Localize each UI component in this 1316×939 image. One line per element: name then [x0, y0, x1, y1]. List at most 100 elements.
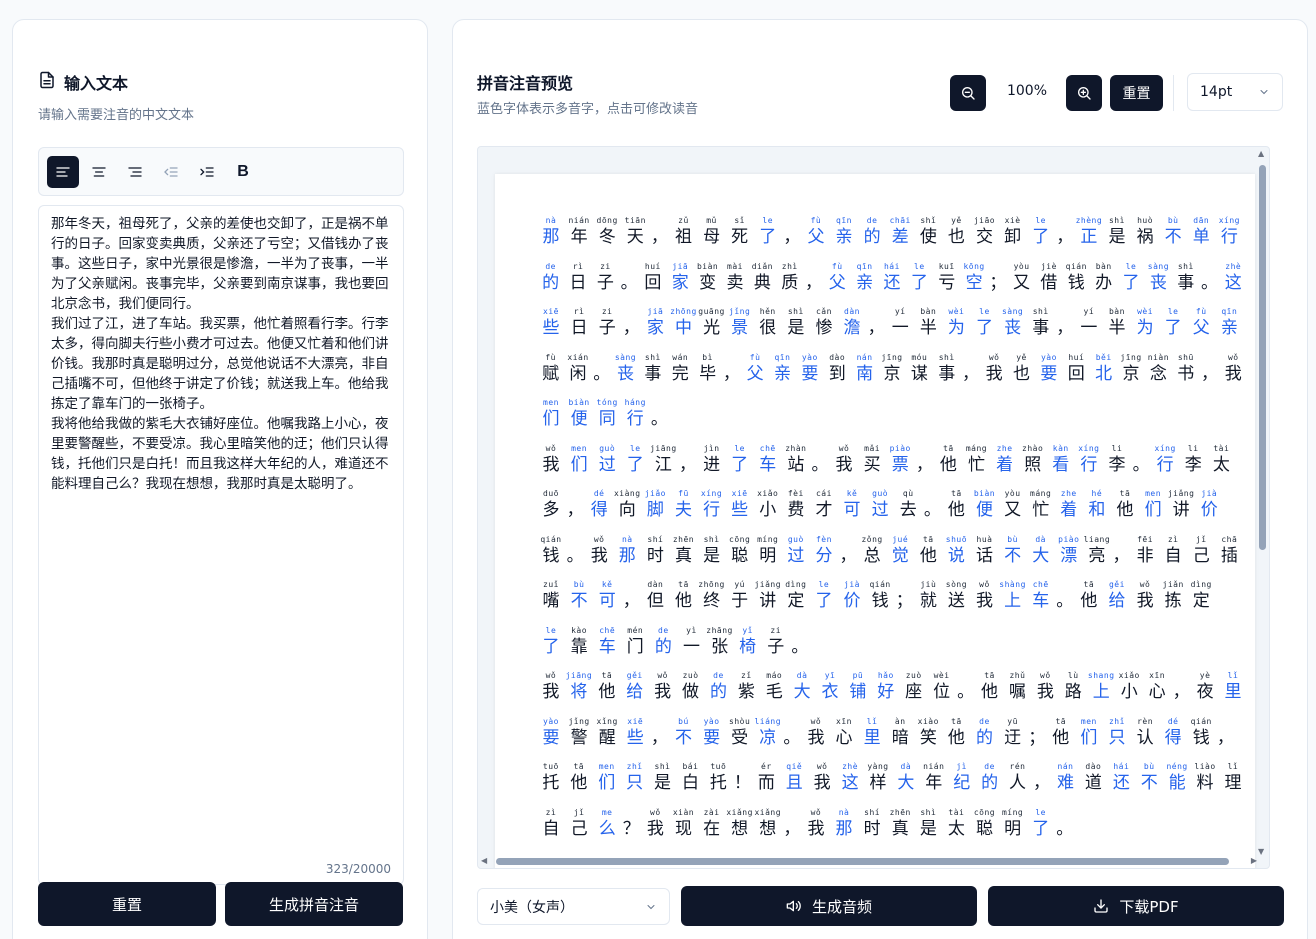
zoom-in-button[interactable] — [1066, 75, 1102, 111]
polyphonic-char[interactable]: zhè 这 — [838, 760, 862, 806]
font-size-select[interactable]: 14pt — [1187, 73, 1283, 111]
polyphonic-char[interactable]: yào 要 — [539, 715, 563, 761]
polyphonic-char[interactable]: dé 得 — [587, 487, 611, 533]
polyphonic-char[interactable]: lǐ 里 — [860, 715, 884, 761]
polyphonic-char[interactable]: běi 北 — [1092, 351, 1115, 397]
polyphonic-char[interactable]: dé 得 — [1161, 715, 1185, 761]
polyphonic-char[interactable]: hé 和 — [1085, 487, 1109, 533]
scroll-up-arrow-icon[interactable]: ▲ — [1258, 149, 1264, 158]
polyphonic-char[interactable]: kōng 空 — [962, 260, 985, 306]
polyphonic-char[interactable]: xiē 些 — [539, 305, 563, 351]
polyphonic-char[interactable]: fù 父 — [1189, 305, 1213, 351]
polyphonic-char[interactable]: guò 过 — [868, 487, 892, 533]
polyphonic-char[interactable]: hǎo 好 — [874, 669, 898, 715]
polyphonic-char[interactable]: zhè 这 — [1222, 260, 1245, 306]
polyphonic-char[interactable]: chē 车 — [756, 442, 780, 488]
polyphonic-char[interactable]: sàng 丧 — [1001, 305, 1025, 351]
polyphonic-char[interactable]: le 了 — [1161, 305, 1185, 351]
scroll-right-arrow-icon[interactable]: ▶ — [1251, 856, 1257, 865]
polyphonic-char[interactable]: le 了 — [728, 442, 752, 488]
polyphonic-char[interactable]: gěi 给 — [1105, 578, 1129, 624]
pinyin-preview-frame[interactable]: nà 那 nián 年 dōng 冬 tiān 天， zǔ 祖 mǔ 母 sǐ 死 le 了， fù 父 qīn 亲 d… — [477, 146, 1270, 869]
polyphonic-char[interactable]: yī 衣 — [818, 669, 842, 715]
polyphonic-char[interactable]: jì 纪 — [950, 760, 974, 806]
indent-button[interactable] — [191, 156, 223, 188]
polyphonic-char[interactable]: kě 可 — [595, 578, 619, 624]
polyphonic-char[interactable]: jià 价 — [840, 578, 864, 624]
polyphonic-char[interactable]: le 了 — [756, 214, 780, 260]
polyphonic-char[interactable]: zhe 着 — [993, 442, 1017, 488]
align-center-button[interactable] — [83, 156, 115, 188]
reset-text-button[interactable]: 重置 — [38, 882, 216, 926]
vertical-scrollbar-thumb[interactable] — [1259, 165, 1266, 550]
polyphonic-char[interactable]: qīn 亲 — [832, 214, 856, 260]
polyphonic-char[interactable]: qīn 亲 — [771, 351, 794, 397]
polyphonic-char[interactable]: biàn 便 — [567, 396, 591, 442]
polyphonic-char[interactable]: men 们 — [539, 396, 563, 442]
polyphonic-char[interactable]: zhōng 中 — [670, 305, 696, 351]
polyphonic-char[interactable]: de 的 — [978, 760, 1002, 806]
align-right-button[interactable] — [119, 156, 151, 188]
horizontal-scrollbar-thumb[interactable] — [496, 858, 1229, 865]
polyphonic-char[interactable]: nán 南 — [853, 351, 876, 397]
polyphonic-char[interactable]: men 们 — [567, 442, 591, 488]
polyphonic-char[interactable]: dàn 澹 — [840, 305, 864, 351]
polyphonic-char[interactable]: hái 还 — [1109, 760, 1133, 806]
polyphonic-char[interactable]: jiā 家 — [669, 260, 692, 306]
polyphonic-char[interactable]: dà 大 — [790, 669, 814, 715]
polyphonic-char[interactable]: piào 漂 — [1057, 533, 1081, 579]
polyphonic-char[interactable]: kàn 看 — [1049, 442, 1073, 488]
chinese-text-input[interactable]: 那年冬天，祖母死了，父亲的差使也交卸了，正是祸不单行的日子。回家变卖典质，父亲还… — [38, 205, 404, 885]
polyphonic-char[interactable]: jiā 家 — [643, 305, 667, 351]
polyphonic-char[interactable]: yǐ 椅 — [736, 624, 760, 670]
polyphonic-char[interactable]: liáng 凉 — [754, 715, 780, 761]
polyphonic-char[interactable]: dà 大 — [894, 760, 918, 806]
polyphonic-char[interactable]: le 了 — [1029, 806, 1053, 852]
polyphonic-char[interactable]: yào 要 — [700, 715, 724, 761]
bold-button[interactable]: B — [227, 156, 259, 188]
polyphonic-char[interactable]: qīn 亲 — [853, 260, 876, 306]
polyphonic-char[interactable]: zhe 着 — [1057, 487, 1081, 533]
polyphonic-char[interactable]: yào 要 — [798, 351, 821, 397]
polyphonic-char[interactable]: le 了 — [973, 305, 997, 351]
polyphonic-char[interactable]: biàn 便 — [973, 487, 997, 533]
polyphonic-char[interactable]: háng 行 — [623, 396, 647, 442]
polyphonic-char[interactable]: chāi 差 — [888, 214, 912, 260]
polyphonic-char[interactable]: de 的 — [973, 715, 997, 761]
polyphonic-char[interactable]: gěi 给 — [623, 669, 647, 715]
polyphonic-char[interactable]: le 了 — [1119, 260, 1142, 306]
horizontal-scrollbar[interactable]: ◀ ▶ — [478, 854, 1257, 868]
download-pdf-button[interactable]: 下载PDF — [988, 886, 1284, 926]
polyphonic-char[interactable]: shang 上 — [1088, 669, 1114, 715]
polyphonic-char[interactable]: le 了 — [812, 578, 836, 624]
zoom-out-button[interactable] — [950, 75, 986, 111]
polyphonic-char[interactable]: xíng 行 — [1217, 214, 1241, 260]
polyphonic-char[interactable]: qiě 且 — [782, 760, 806, 806]
polyphonic-char[interactable]: pū 铺 — [846, 669, 870, 715]
polyphonic-char[interactable]: wèi 为 — [944, 305, 968, 351]
polyphonic-char[interactable]: me 么 — [595, 806, 619, 852]
polyphonic-char[interactable]: wèi 为 — [1133, 305, 1157, 351]
polyphonic-char[interactable]: bú 不 — [671, 715, 695, 761]
polyphonic-char[interactable]: fù 父 — [743, 351, 766, 397]
polyphonic-char[interactable]: tóng 同 — [595, 396, 619, 442]
polyphonic-char[interactable]: men 们 — [1141, 487, 1165, 533]
polyphonic-char[interactable]: nà 那 — [615, 533, 639, 579]
polyphonic-char[interactable]: guò 过 — [784, 533, 808, 579]
scroll-left-arrow-icon[interactable]: ◀ — [481, 856, 487, 865]
polyphonic-char[interactable]: hái 还 — [880, 260, 903, 306]
polyphonic-char[interactable]: chē 车 — [595, 624, 619, 670]
polyphonic-char[interactable]: xiē 些 — [728, 487, 752, 533]
polyphonic-char[interactable]: zhǐ 只 — [1105, 715, 1129, 761]
polyphonic-char[interactable]: jiāng 将 — [566, 669, 592, 715]
polyphonic-char[interactable]: de 的 — [651, 624, 675, 670]
polyphonic-char[interactable]: bù 不 — [1001, 533, 1025, 579]
polyphonic-char[interactable]: kě 可 — [840, 487, 864, 533]
polyphonic-char[interactable]: de 的 — [860, 214, 884, 260]
polyphonic-char[interactable]: guò 过 — [595, 442, 619, 488]
polyphonic-char[interactable]: zhèng 正 — [1076, 214, 1102, 260]
polyphonic-char[interactable]: nà 那 — [832, 806, 856, 852]
polyphonic-char[interactable]: dān 单 — [1189, 214, 1213, 260]
generate-pinyin-button[interactable]: 生成拼音注音 — [225, 882, 403, 926]
polyphonic-char[interactable]: fū 夫 — [671, 487, 695, 533]
